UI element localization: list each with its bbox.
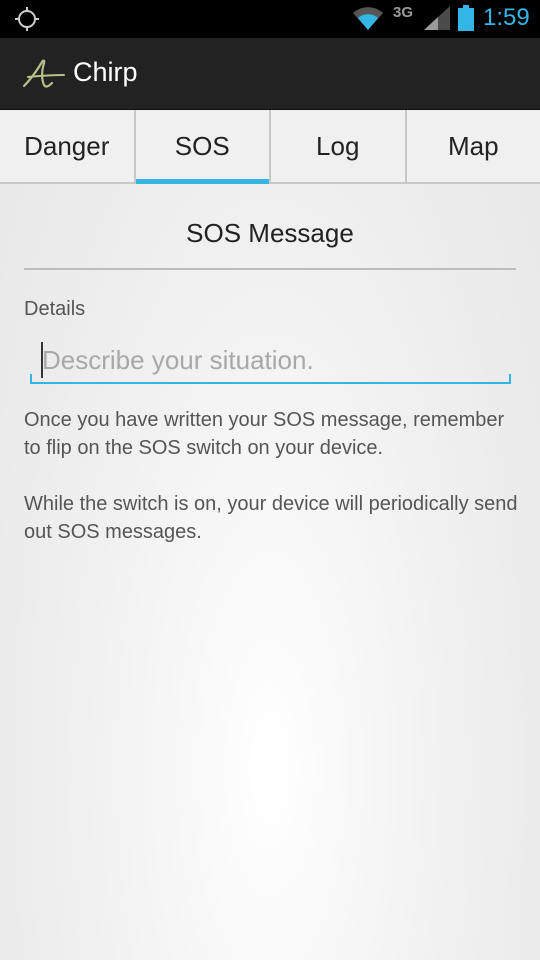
status-bar: 3G 1:59 xyxy=(0,0,540,38)
status-clock: 1:59 xyxy=(483,4,530,31)
gps-icon xyxy=(15,7,39,31)
tab-log[interactable]: Log xyxy=(271,110,407,182)
info-paragraph: While the switch is on, your device will… xyxy=(24,493,518,543)
tab-danger[interactable]: Danger xyxy=(0,110,136,182)
input-underline-edge xyxy=(30,374,32,384)
network-type-label: 3G xyxy=(393,4,414,21)
tab-map[interactable]: Map xyxy=(407,110,540,182)
info-paragraph: Once you have written your SOS message, … xyxy=(24,409,505,459)
section-divider xyxy=(24,268,516,270)
chirp-logo-icon[interactable] xyxy=(22,58,66,90)
sos-details-input[interactable] xyxy=(30,338,511,384)
signal-icon xyxy=(424,6,450,30)
text-cursor xyxy=(41,342,43,378)
details-label: Details xyxy=(24,298,86,320)
app-title: Chirp xyxy=(73,57,138,87)
action-bar: Chirp xyxy=(0,38,540,110)
battery-icon xyxy=(458,5,474,31)
tab-sos[interactable]: SOS xyxy=(135,110,271,184)
wifi-icon xyxy=(353,7,383,30)
input-underline-edge xyxy=(509,374,511,384)
tab-bar: Danger SOS Log Map xyxy=(0,110,540,184)
section-title: SOS Message xyxy=(186,218,354,248)
